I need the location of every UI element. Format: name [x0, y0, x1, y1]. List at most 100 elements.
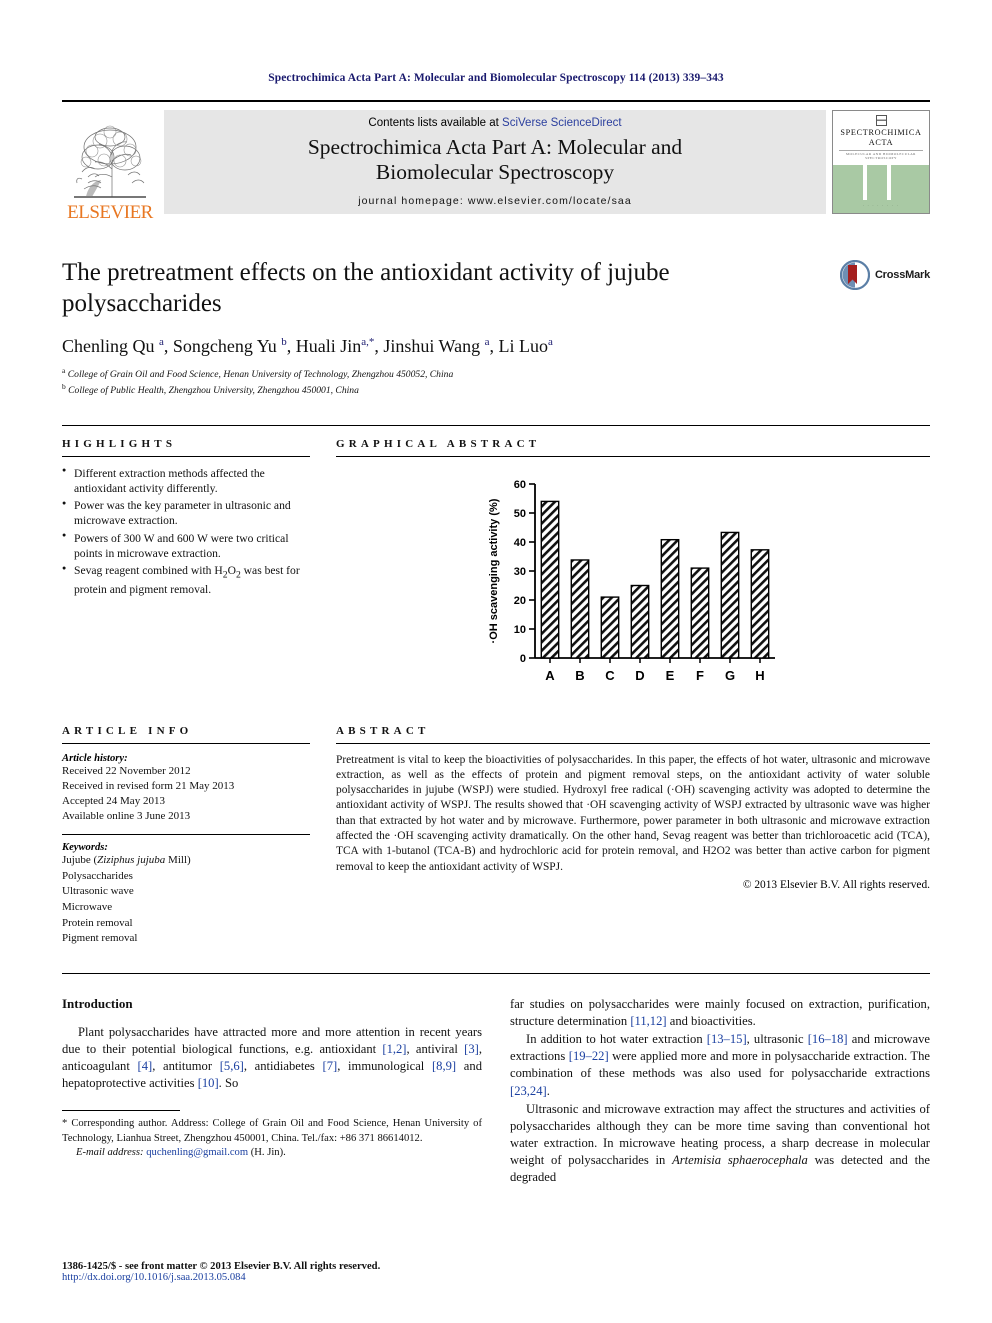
journal-masthead: ELSEVIER Contents lists available at Sci… — [62, 100, 930, 224]
citation-ref[interactable]: [13–15] — [707, 1032, 747, 1046]
citation-ref[interactable]: [23,24] — [510, 1084, 547, 1098]
body-column-left: Introduction Plant polysaccharides have … — [62, 996, 482, 1187]
affiliation-b: b College of Public Health, Zhengzhou Un… — [62, 382, 359, 397]
abstract-text: Pretreatment is vital to keep the bioact… — [336, 753, 930, 873]
graphical-abstract-figure: 0 10 20 30 40 50 60 ·OH scavenging activity (%)… — [336, 466, 930, 703]
elsevier-wordmark: ELSEVIER — [67, 202, 153, 223]
email-suffix: (H. Jin). — [250, 1147, 286, 1159]
svg-text:C: C — [605, 668, 615, 683]
list-item: Different extraction methods affected th… — [62, 466, 310, 497]
list-item: Sevag reagent combined with H2O2 was bes… — [62, 563, 310, 597]
bar-H — [750, 548, 770, 659]
abstract-copyright: © 2013 Elsevier B.V. All rights reserved… — [742, 878, 930, 891]
masthead-center: Contents lists available at SciVerse Sci… — [164, 110, 826, 214]
highlights-and-graphical-abstract: HIGHLIGHTS Different extraction methods … — [62, 424, 930, 703]
bar-F — [690, 566, 710, 659]
cover-bar-left — [862, 164, 867, 200]
highlights-heading: HIGHLIGHTS — [62, 437, 177, 450]
cover-subtitle: MOLECULAR AND BIOMOLECULAR SPECTROSCOPY — [846, 152, 916, 161]
email-line: E-mail address: quchenling@gmail.com (H.… — [62, 1146, 482, 1160]
corresponding-author-text: * Corresponding author. Address: College… — [62, 1118, 482, 1144]
oh-scavenging-bar-chart: 0 10 20 30 40 50 60 ·OH scavenging activity (%)… — [488, 479, 775, 683]
history-revised: Received in revised form 21 May 2013 — [62, 779, 235, 792]
graphical-abstract-heading: GRAPHICAL ABSTRACT — [336, 437, 541, 450]
cover-divider — [839, 150, 923, 152]
citation-ref[interactable]: [16–18] — [808, 1032, 848, 1046]
email-link[interactable]: quchenling@gmail.com — [146, 1147, 248, 1158]
citation-ref[interactable]: [8,9] — [432, 1059, 456, 1073]
body-paragraph: In addition to hot water extraction [13–… — [510, 1032, 930, 1098]
keyword-item: Microwave — [62, 901, 113, 914]
article-info-heading: ARTICLE INFO — [62, 724, 193, 737]
svg-text:H: H — [755, 668, 764, 683]
list-item: Powers of 300 W and 600 W were two criti… — [62, 531, 310, 562]
affiliations: a College of Grain Oil and Food Science,… — [62, 366, 930, 398]
bar-A — [540, 500, 560, 659]
svg-text:B: B — [575, 668, 584, 683]
cover-header: SPECTROCHIMICA ACTA MOLECULAR AND BIOMOL… — [833, 111, 929, 163]
affiliation-a: a College of Grain Oil and Food Science,… — [62, 366, 454, 381]
highlight-text: Powers of 300 W and 600 W were two criti… — [74, 531, 289, 561]
graphical-abstract-rule — [336, 455, 930, 457]
citation-ref[interactable]: [10] — [198, 1076, 219, 1090]
footnote-divider — [62, 1110, 180, 1112]
highlight-text: Power was the key parameter in ultrasoni… — [74, 499, 291, 528]
journal-title: Spectrochimica Acta Part A: Molecular an… — [308, 135, 682, 186]
contents-available-line: Contents lists available at SciVerse Sci… — [368, 117, 621, 129]
highlights-rule — [62, 455, 310, 457]
title-block: CrossMark The pretreatment effects on th… — [62, 258, 930, 399]
article-info-column: ARTICLE INFO Article history: Received 2… — [62, 725, 310, 947]
history-online: Available online 3 June 2013 — [62, 810, 191, 823]
journal-homepage[interactable]: journal homepage: www.elsevier.com/locat… — [358, 195, 632, 207]
abstract-column: ABSTRACT Pretreatment is vital to keep t… — [336, 725, 930, 947]
crossmark-icon — [839, 260, 870, 290]
graphical-abstract-column: GRAPHICAL ABSTRACT 0 10 20 30 40 50 60 ·OH scav… — [336, 438, 930, 703]
keyword-item: Jujube (Ziziphus jujuba Mill) — [62, 854, 191, 867]
citation-ref[interactable]: [4] — [138, 1059, 153, 1073]
bar-B — [570, 558, 590, 659]
sciencedirect-link[interactable]: SciVerse ScienceDirect — [502, 117, 622, 129]
keyword-item: Pigment removal — [62, 932, 138, 945]
contents-prefix: Contents lists available at — [368, 116, 503, 129]
doi-link[interactable]: http://dx.doi.org/10.1016/j.saa.2013.05.… — [62, 1272, 502, 1283]
abstract-rule — [336, 742, 930, 744]
svg-text:G: G — [725, 668, 735, 683]
citation-ref[interactable]: [5,6] — [220, 1059, 244, 1073]
cover-bar-right — [886, 164, 891, 200]
highlights-column: HIGHLIGHTS Different extraction methods … — [62, 438, 310, 703]
citation-ref[interactable]: [3] — [464, 1042, 479, 1056]
list-item: Power was the key parameter in ultrasoni… — [62, 498, 310, 529]
issn-footer: 1386-1425/$ - see front matter © 2013 El… — [62, 1261, 502, 1283]
history-accepted: Accepted 24 May 2013 — [62, 794, 165, 807]
body-column-right: far studies on polysaccharides were main… — [510, 996, 930, 1187]
highlight-text: Different extraction methods affected th… — [74, 466, 265, 495]
bar-D — [630, 584, 650, 659]
introduction-heading: Introduction — [62, 995, 133, 1011]
svg-text:F: F — [696, 668, 704, 683]
cover-artwork: · · · · · · · · — [833, 164, 929, 213]
bar-C — [600, 595, 620, 659]
keyword-item: Protein removal — [62, 916, 133, 929]
keywords-divider — [62, 834, 310, 836]
svg-text:30: 30 — [514, 566, 526, 578]
svg-text:·OH scavenging activity (%): ·OH scavenging activity (%) — [488, 498, 500, 643]
citation-ref[interactable]: [1,2] — [382, 1042, 406, 1056]
journal-title-line2: Biomolecular Spectroscopy — [375, 160, 615, 184]
citation-ref[interactable]: [11,12] — [630, 1014, 666, 1028]
crossmark-badge[interactable]: CrossMark — [839, 260, 930, 290]
corresponding-author-note: * Corresponding author. Address: College… — [62, 1117, 482, 1160]
citation-ref[interactable]: [7] — [323, 1059, 338, 1073]
cover-emblem-icon — [875, 115, 887, 126]
elsevier-logo: ELSEVIER — [62, 102, 158, 224]
article-page: Spectrochimica Acta Part A: Molecular an… — [0, 0, 992, 1323]
svg-text:20: 20 — [514, 595, 526, 607]
affiliation-b-text: College of Public Health, Zhengzhou Univ… — [68, 385, 359, 397]
keyword-item: Ultrasonic wave — [62, 885, 134, 898]
cover-footer-dots: · · · · · · · · — [862, 204, 900, 208]
svg-text:E: E — [666, 668, 675, 683]
svg-text:0: 0 — [520, 653, 526, 665]
svg-text:60: 60 — [514, 479, 526, 491]
citation-ref[interactable]: [19–22] — [569, 1049, 609, 1063]
svg-text:10: 10 — [514, 624, 526, 636]
bar-E — [660, 538, 680, 659]
